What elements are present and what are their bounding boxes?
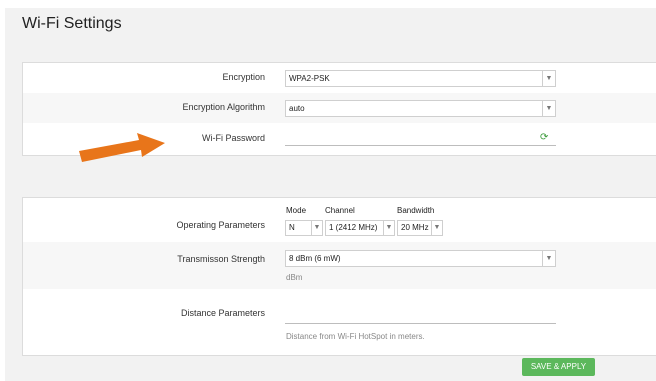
channel-select[interactable]: 1 (2412 MHz) ▼: [325, 220, 395, 236]
orange-arrow-annotation: [79, 133, 165, 162]
encryption-algorithm-value: auto: [289, 104, 305, 113]
distance-parameters-row: Distance Parameters Distance from Wi-Fi …: [23, 289, 656, 355]
operating-parameters-row: Operating Parameters Mode Channel Bandwi…: [23, 198, 656, 242]
chevron-down-icon: ▼: [383, 221, 394, 235]
chevron-down-icon: ▼: [542, 101, 555, 116]
refresh-icon[interactable]: ⟳: [540, 133, 550, 143]
bandwidth-value: 20 MHz: [401, 223, 429, 232]
encryption-algorithm-label: Encryption Algorithm: [182, 102, 265, 112]
operating-parameters-label: Operating Parameters: [176, 220, 265, 230]
chevron-down-icon: ▼: [431, 221, 442, 235]
distance-input[interactable]: [285, 309, 556, 324]
transmission-strength-row: Transmisson Strength 8 dBm (6 mW) ▼ dBm: [23, 242, 656, 289]
wifi-password-input[interactable]: [285, 131, 556, 146]
transmission-strength-value: 8 dBm (6 mW): [289, 254, 341, 263]
encryption-value: WPA2-PSK: [289, 74, 330, 83]
mode-value: N: [289, 223, 295, 232]
mode-select[interactable]: N ▼: [285, 220, 323, 236]
transmission-strength-select[interactable]: 8 dBm (6 mW) ▼: [285, 250, 556, 267]
channel-label: Channel: [325, 206, 355, 215]
encryption-label: Encryption: [222, 72, 265, 82]
page-title: Wi-Fi Settings: [22, 15, 122, 32]
encryption-algorithm-select[interactable]: auto ▼: [285, 100, 556, 117]
mode-label: Mode: [286, 206, 307, 215]
chevron-down-icon: ▼: [542, 251, 555, 266]
distance-parameters-label: Distance Parameters: [180, 308, 265, 318]
channel-value: 1 (2412 MHz): [329, 223, 378, 232]
encryption-algorithm-row: Encryption Algorithm auto ▼: [23, 93, 656, 123]
bandwidth-label: Bandwidth: [397, 206, 435, 215]
wifi-password-label: Wi-Fi Password: [201, 133, 265, 143]
encryption-row: Encryption WPA2-PSK ▼: [23, 63, 656, 93]
transmission-strength-unit: dBm: [286, 273, 303, 282]
distance-hint: Distance from Wi-Fi HotSpot in meters.: [286, 332, 425, 341]
bandwidth-select[interactable]: 20 MHz ▼: [397, 220, 443, 236]
radio-panel: Operating Parameters Mode Channel Bandwi…: [22, 197, 656, 356]
transmission-strength-label: Transmisson Strength: [177, 254, 265, 264]
encryption-select[interactable]: WPA2-PSK ▼: [285, 70, 556, 87]
chevron-down-icon: ▼: [542, 71, 555, 86]
save-apply-button[interactable]: SAVE & APPLY: [522, 358, 595, 376]
chevron-down-icon: ▼: [311, 221, 322, 235]
